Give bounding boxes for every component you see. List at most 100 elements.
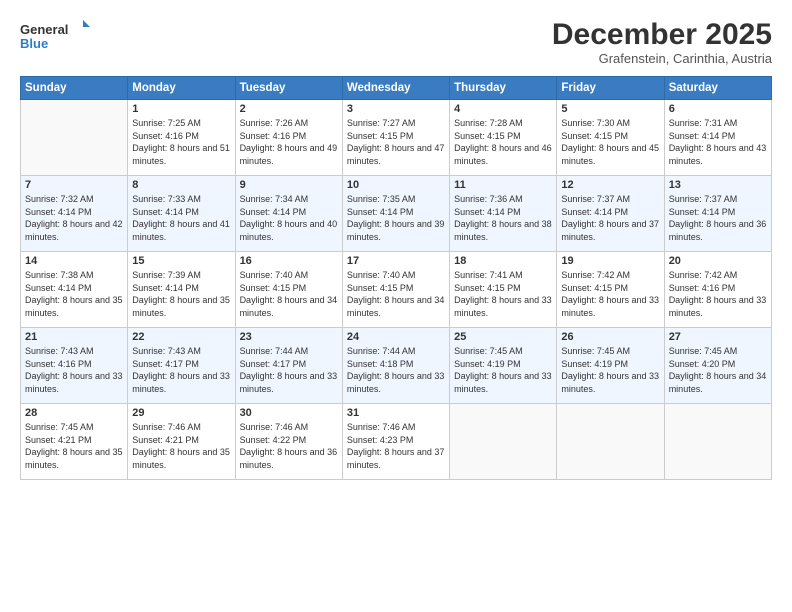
day-info: Sunrise: 7:44 AMSunset: 4:17 PMDaylight:…	[240, 346, 338, 394]
day-cell: 20 Sunrise: 7:42 AMSunset: 4:16 PMDaylig…	[664, 252, 771, 328]
day-number: 25	[454, 331, 552, 343]
header: General Blue December 2025 Grafenstein, …	[20, 18, 772, 66]
day-number: 2	[240, 103, 338, 115]
day-cell: 21 Sunrise: 7:43 AMSunset: 4:16 PMDaylig…	[21, 328, 128, 404]
day-cell	[21, 100, 128, 176]
col-header-monday: Monday	[128, 77, 235, 100]
day-cell: 28 Sunrise: 7:45 AMSunset: 4:21 PMDaylig…	[21, 404, 128, 480]
day-number: 21	[25, 331, 123, 343]
day-number: 16	[240, 255, 338, 267]
day-cell: 8 Sunrise: 7:33 AMSunset: 4:14 PMDayligh…	[128, 176, 235, 252]
calendar-table: SundayMondayTuesdayWednesdayThursdayFrid…	[20, 76, 772, 480]
day-info: Sunrise: 7:45 AMSunset: 4:19 PMDaylight:…	[561, 346, 659, 394]
day-cell: 22 Sunrise: 7:43 AMSunset: 4:17 PMDaylig…	[128, 328, 235, 404]
col-header-saturday: Saturday	[664, 77, 771, 100]
col-header-friday: Friday	[557, 77, 664, 100]
day-number: 4	[454, 103, 552, 115]
day-info: Sunrise: 7:43 AMSunset: 4:17 PMDaylight:…	[132, 346, 230, 394]
col-header-wednesday: Wednesday	[342, 77, 449, 100]
col-header-thursday: Thursday	[450, 77, 557, 100]
day-cell: 11 Sunrise: 7:36 AMSunset: 4:14 PMDaylig…	[450, 176, 557, 252]
day-number: 8	[132, 179, 230, 191]
day-info: Sunrise: 7:33 AMSunset: 4:14 PMDaylight:…	[132, 194, 230, 242]
day-number: 27	[669, 331, 767, 343]
day-info: Sunrise: 7:25 AMSunset: 4:16 PMDaylight:…	[132, 118, 230, 166]
svg-text:Blue: Blue	[20, 36, 48, 51]
day-number: 5	[561, 103, 659, 115]
page: General Blue December 2025 Grafenstein, …	[0, 0, 792, 612]
day-number: 7	[25, 179, 123, 191]
header-row: SundayMondayTuesdayWednesdayThursdayFrid…	[21, 77, 772, 100]
day-info: Sunrise: 7:35 AMSunset: 4:14 PMDaylight:…	[347, 194, 445, 242]
day-cell: 27 Sunrise: 7:45 AMSunset: 4:20 PMDaylig…	[664, 328, 771, 404]
day-cell: 16 Sunrise: 7:40 AMSunset: 4:15 PMDaylig…	[235, 252, 342, 328]
day-info: Sunrise: 7:31 AMSunset: 4:14 PMDaylight:…	[669, 118, 767, 166]
day-number: 12	[561, 179, 659, 191]
day-cell: 10 Sunrise: 7:35 AMSunset: 4:14 PMDaylig…	[342, 176, 449, 252]
day-number: 18	[454, 255, 552, 267]
day-number: 6	[669, 103, 767, 115]
col-header-tuesday: Tuesday	[235, 77, 342, 100]
svg-text:General: General	[20, 22, 68, 37]
subtitle: Grafenstein, Carinthia, Austria	[552, 51, 772, 66]
day-info: Sunrise: 7:40 AMSunset: 4:15 PMDaylight:…	[347, 270, 445, 318]
day-cell: 14 Sunrise: 7:38 AMSunset: 4:14 PMDaylig…	[21, 252, 128, 328]
logo: General Blue	[20, 18, 90, 56]
day-cell: 7 Sunrise: 7:32 AMSunset: 4:14 PMDayligh…	[21, 176, 128, 252]
day-number: 28	[25, 407, 123, 419]
day-number: 11	[454, 179, 552, 191]
day-cell: 19 Sunrise: 7:42 AMSunset: 4:15 PMDaylig…	[557, 252, 664, 328]
day-cell: 12 Sunrise: 7:37 AMSunset: 4:14 PMDaylig…	[557, 176, 664, 252]
day-info: Sunrise: 7:38 AMSunset: 4:14 PMDaylight:…	[25, 270, 123, 318]
logo-svg: General Blue	[20, 18, 90, 56]
month-title: December 2025	[552, 18, 772, 51]
day-info: Sunrise: 7:28 AMSunset: 4:15 PMDaylight:…	[454, 118, 552, 166]
day-info: Sunrise: 7:41 AMSunset: 4:15 PMDaylight:…	[454, 270, 552, 318]
day-number: 10	[347, 179, 445, 191]
day-number: 24	[347, 331, 445, 343]
day-cell: 29 Sunrise: 7:46 AMSunset: 4:21 PMDaylig…	[128, 404, 235, 480]
col-header-sunday: Sunday	[21, 77, 128, 100]
day-info: Sunrise: 7:36 AMSunset: 4:14 PMDaylight:…	[454, 194, 552, 242]
title-block: December 2025 Grafenstein, Carinthia, Au…	[552, 18, 772, 66]
day-info: Sunrise: 7:46 AMSunset: 4:22 PMDaylight:…	[240, 422, 338, 470]
day-cell	[450, 404, 557, 480]
day-cell: 25 Sunrise: 7:45 AMSunset: 4:19 PMDaylig…	[450, 328, 557, 404]
day-cell: 1 Sunrise: 7:25 AMSunset: 4:16 PMDayligh…	[128, 100, 235, 176]
day-number: 1	[132, 103, 230, 115]
week-row-4: 21 Sunrise: 7:43 AMSunset: 4:16 PMDaylig…	[21, 328, 772, 404]
day-number: 14	[25, 255, 123, 267]
day-info: Sunrise: 7:27 AMSunset: 4:15 PMDaylight:…	[347, 118, 445, 166]
week-row-2: 7 Sunrise: 7:32 AMSunset: 4:14 PMDayligh…	[21, 176, 772, 252]
day-cell: 3 Sunrise: 7:27 AMSunset: 4:15 PMDayligh…	[342, 100, 449, 176]
day-cell	[664, 404, 771, 480]
day-info: Sunrise: 7:46 AMSunset: 4:21 PMDaylight:…	[132, 422, 230, 470]
day-number: 23	[240, 331, 338, 343]
day-cell: 30 Sunrise: 7:46 AMSunset: 4:22 PMDaylig…	[235, 404, 342, 480]
day-info: Sunrise: 7:45 AMSunset: 4:20 PMDaylight:…	[669, 346, 767, 394]
day-number: 30	[240, 407, 338, 419]
day-cell: 6 Sunrise: 7:31 AMSunset: 4:14 PMDayligh…	[664, 100, 771, 176]
day-number: 31	[347, 407, 445, 419]
day-info: Sunrise: 7:43 AMSunset: 4:16 PMDaylight:…	[25, 346, 123, 394]
week-row-5: 28 Sunrise: 7:45 AMSunset: 4:21 PMDaylig…	[21, 404, 772, 480]
day-info: Sunrise: 7:26 AMSunset: 4:16 PMDaylight:…	[240, 118, 338, 166]
day-cell: 4 Sunrise: 7:28 AMSunset: 4:15 PMDayligh…	[450, 100, 557, 176]
day-cell: 17 Sunrise: 7:40 AMSunset: 4:15 PMDaylig…	[342, 252, 449, 328]
day-cell: 18 Sunrise: 7:41 AMSunset: 4:15 PMDaylig…	[450, 252, 557, 328]
day-number: 9	[240, 179, 338, 191]
day-cell: 24 Sunrise: 7:44 AMSunset: 4:18 PMDaylig…	[342, 328, 449, 404]
day-number: 26	[561, 331, 659, 343]
day-number: 29	[132, 407, 230, 419]
day-number: 17	[347, 255, 445, 267]
day-number: 15	[132, 255, 230, 267]
day-number: 22	[132, 331, 230, 343]
day-cell: 31 Sunrise: 7:46 AMSunset: 4:23 PMDaylig…	[342, 404, 449, 480]
day-cell: 2 Sunrise: 7:26 AMSunset: 4:16 PMDayligh…	[235, 100, 342, 176]
day-info: Sunrise: 7:42 AMSunset: 4:15 PMDaylight:…	[561, 270, 659, 318]
day-cell: 23 Sunrise: 7:44 AMSunset: 4:17 PMDaylig…	[235, 328, 342, 404]
day-info: Sunrise: 7:46 AMSunset: 4:23 PMDaylight:…	[347, 422, 445, 470]
day-info: Sunrise: 7:45 AMSunset: 4:19 PMDaylight:…	[454, 346, 552, 394]
day-info: Sunrise: 7:40 AMSunset: 4:15 PMDaylight:…	[240, 270, 338, 318]
day-info: Sunrise: 7:37 AMSunset: 4:14 PMDaylight:…	[669, 194, 767, 242]
